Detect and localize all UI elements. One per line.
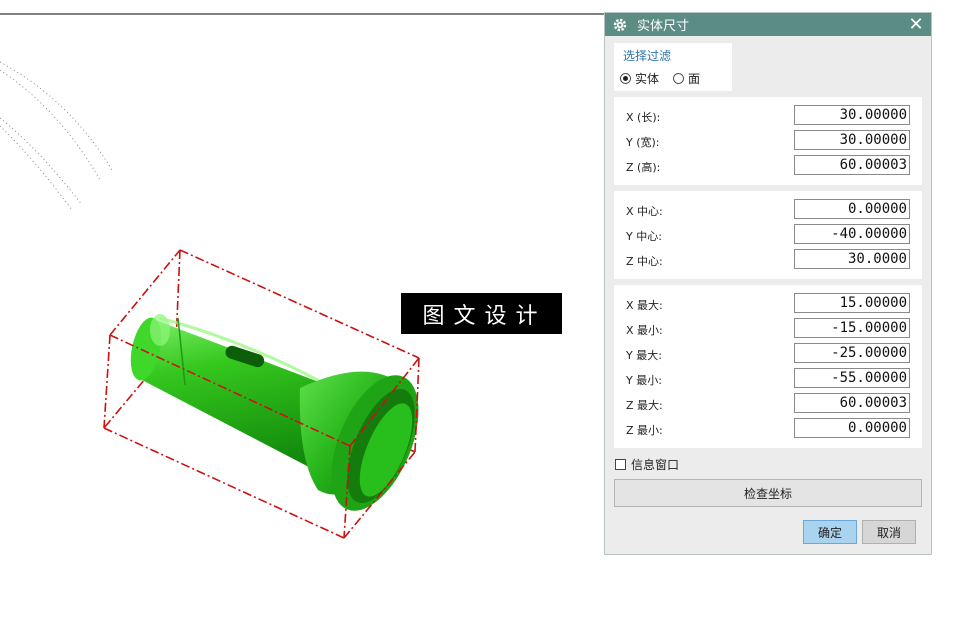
xmin-label: X 最小: — [626, 324, 663, 337]
zmin-label: Z 最小: — [626, 424, 663, 437]
dim-y-label: Y (宽): — [626, 136, 660, 149]
ymin-label: Y 最小: — [626, 374, 662, 387]
center-z-value[interactable]: 30.0000 — [794, 249, 910, 269]
cancel-button[interactable]: 取消 — [862, 520, 916, 544]
watermark-label: 图文设计 — [401, 293, 562, 334]
dim-row-y: Y (宽): 30.00000 — [614, 130, 922, 152]
center-y-value[interactable]: -40.00000 — [794, 224, 910, 244]
ymax-value[interactable]: -25.00000 — [794, 343, 910, 363]
dialog-title: 实体尺寸 — [637, 19, 690, 34]
extent-row-ymax: Y 最大: -25.00000 — [614, 343, 922, 365]
xmin-value[interactable]: -15.00000 — [794, 318, 910, 338]
extent-row-zmax: Z 最大: 60.00003 — [614, 393, 922, 415]
info-window-option: 信息窗口 — [615, 456, 679, 473]
center-row-x: X 中心: 0.00000 — [614, 199, 922, 221]
center-x-value[interactable]: 0.00000 — [794, 199, 910, 219]
dim-z-value[interactable]: 60.00003 — [794, 155, 910, 175]
extent-row-xmin: X 最小: -15.00000 — [614, 318, 922, 340]
dim-row-x: X (长): 30.00000 — [614, 105, 922, 127]
close-icon: ✕ — [908, 13, 924, 35]
ymin-value[interactable]: -55.00000 — [794, 368, 910, 388]
dim-z-label: Z (高): — [626, 161, 661, 174]
dotted-arcs — [0, 61, 113, 211]
check-coordinates-button[interactable]: 检查坐标 — [614, 479, 922, 507]
info-window-checkbox[interactable] — [615, 459, 626, 470]
extent-row-xmax: X 最大: 15.00000 — [614, 293, 922, 315]
extents-group: X 最大: 15.00000 X 最小: -15.00000 Y 最大: -25… — [614, 285, 922, 448]
zmax-label: Z 最大: — [626, 399, 663, 412]
ok-button[interactable]: 确定 — [803, 520, 857, 544]
dim-y-value[interactable]: 30.00000 — [794, 130, 910, 150]
center-y-label: Y 中心: — [626, 230, 662, 243]
selection-filter-group: 选择过滤 实体 面 — [614, 43, 732, 91]
zmax-value[interactable]: 60.00003 — [794, 393, 910, 413]
extent-row-zmin: Z 最小: 0.00000 — [614, 418, 922, 440]
dialog-titlebar[interactable]: 实体尺寸 ✕ — [605, 13, 931, 36]
center-group: X 中心: 0.00000 Y 中心: -40.00000 Z 中心: 30.0… — [614, 191, 922, 279]
radio-solid-label: 实体 — [635, 72, 660, 86]
dim-row-z: Z (高): 60.00003 — [614, 155, 922, 177]
extent-row-ymin: Y 最小: -55.00000 — [614, 368, 922, 390]
close-button[interactable]: ✕ — [907, 13, 925, 35]
xmax-value[interactable]: 15.00000 — [794, 293, 910, 313]
radio-face[interactable] — [673, 73, 685, 84]
info-window-label: 信息窗口 — [631, 458, 680, 472]
gear-icon — [613, 18, 627, 31]
radio-face-label: 面 — [688, 72, 701, 86]
center-row-y: Y 中心: -40.00000 — [614, 224, 922, 246]
selection-filter-title: 选择过滤 — [623, 49, 672, 63]
dimensions-group: X (长): 30.00000 Y (宽): 30.00000 Z (高): 6… — [614, 97, 922, 185]
dim-x-value[interactable]: 30.00000 — [794, 105, 910, 125]
radio-solid[interactable] — [620, 73, 631, 84]
dim-x-label: X (长): — [626, 111, 661, 124]
center-x-label: X 中心: — [626, 205, 663, 218]
solid-dimensions-dialog: 实体尺寸 ✕ 选择过滤 实体 面 X (长): 30.00000 Y (宽): … — [604, 12, 932, 555]
center-z-label: Z 中心: — [626, 255, 663, 268]
zmin-value[interactable]: 0.00000 — [794, 418, 910, 438]
ymax-label: Y 最大: — [626, 349, 662, 362]
xmax-label: X 最大: — [626, 299, 663, 312]
center-row-z: Z 中心: 30.0000 — [614, 249, 922, 271]
